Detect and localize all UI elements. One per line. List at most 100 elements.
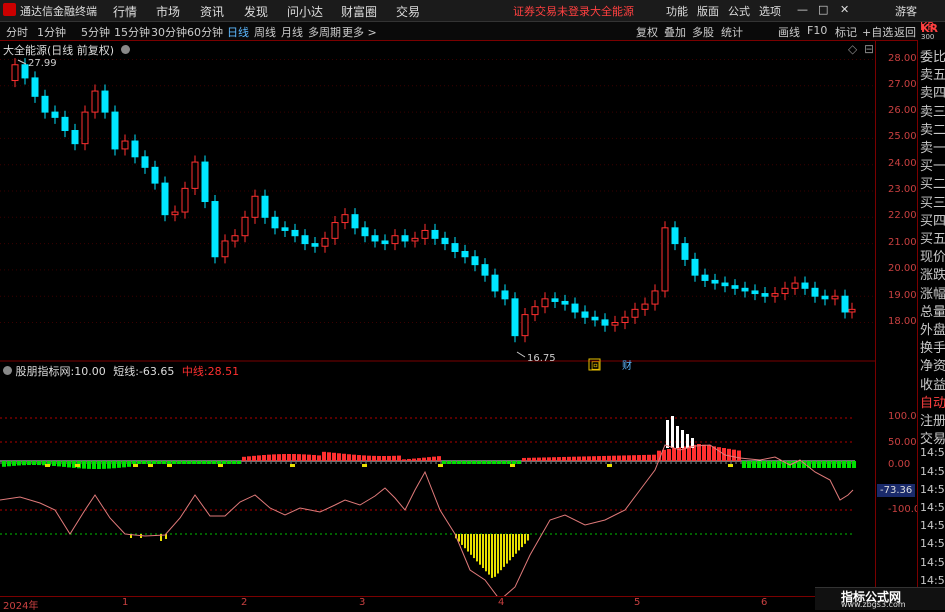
chart-settings-icon[interactable]: [120, 45, 130, 54]
period-tab-1min[interactable]: 1分钟: [37, 24, 66, 40]
indicator-bar: [417, 458, 421, 461]
tool-overlay[interactable]: 叠加: [664, 24, 686, 40]
stock-name-title: 大全能源: [590, 5, 634, 18]
indicator-bar: [367, 455, 371, 461]
period-tab-daily[interactable]: 日线: [227, 24, 249, 40]
indicator-bar: [2, 461, 6, 467]
candle-body: [121, 140, 129, 150]
candle-body: [271, 216, 279, 229]
indicator-bar: [132, 461, 136, 464]
indicator-bar: [647, 454, 651, 461]
indicator-settings-icon[interactable]: [3, 366, 12, 375]
indicator-bar: [52, 461, 56, 466]
indicator-bar: [137, 461, 141, 464]
period-tab-30min[interactable]: 30分钟: [151, 24, 187, 40]
candle-body: [501, 290, 509, 300]
indicator-bar: [672, 448, 676, 461]
indicator-bar: [172, 461, 176, 464]
signal-mark: [438, 464, 443, 467]
tool-multi-stock[interactable]: 多股: [692, 24, 714, 40]
chart-dropdown-icon[interactable]: ◇: [848, 42, 857, 56]
period-tab-multi[interactable]: 多周期: [308, 24, 341, 40]
period-tab-weekly[interactable]: 周线: [254, 24, 276, 40]
indicator-bar: [507, 461, 511, 464]
candle-body: [131, 140, 139, 158]
tool-stats[interactable]: 统计: [721, 24, 743, 40]
menu-item-layout[interactable]: 版面: [697, 3, 719, 19]
oversold-bar: [509, 534, 511, 561]
candle-body: [581, 311, 589, 318]
period-tab-monthly[interactable]: 月线: [281, 24, 303, 40]
event-badge-finance[interactable]: 财: [622, 359, 632, 372]
menu-item-function[interactable]: 功能: [666, 3, 688, 19]
indicator-bar: [627, 455, 631, 461]
candle-body: [741, 287, 749, 292]
menu-item-market[interactable]: 市场: [156, 3, 180, 20]
candle-body: [761, 293, 769, 297]
menu-item-news[interactable]: 资讯: [200, 3, 224, 20]
indicator-bar: [582, 456, 586, 461]
oscillator-line: [0, 444, 854, 596]
indicator-bar: [107, 461, 111, 469]
signal-mark: [133, 464, 138, 467]
indicator-bar: [282, 454, 286, 461]
trade-status[interactable]: 证券交易未登录: [513, 3, 590, 19]
quote-panel-item: 卖二: [920, 122, 945, 138]
date-tick: 3: [359, 597, 366, 608]
quote-panel-item: 14:56: [920, 482, 945, 496]
indicator-bar: [467, 461, 471, 464]
indicator-bar: [757, 461, 761, 468]
tool-f10[interactable]: F10: [807, 24, 827, 37]
indicator-bar: [377, 455, 381, 461]
period-tab-15min[interactable]: 15分钟: [114, 24, 150, 40]
guest-login[interactable]: 游客: [895, 3, 917, 19]
tool-back[interactable]: 返回: [894, 24, 916, 40]
menu-item-quotes[interactable]: 行情: [113, 3, 137, 20]
low-price-label: 16.75: [527, 353, 556, 364]
quote-panel-item: 现价: [920, 250, 945, 266]
quote-panel-item: 买一: [920, 159, 945, 175]
oversold-bar: [482, 534, 484, 568]
menu-item-options[interactable]: 选项: [759, 3, 781, 19]
indicator-bar: [292, 454, 296, 461]
menu-item-trade[interactable]: 交易: [396, 3, 420, 20]
price-tick: 28.00: [888, 53, 917, 64]
indicator-bar: [327, 452, 331, 461]
candle-body: [781, 287, 789, 295]
indicator-bar: [617, 455, 621, 461]
date-tick: 2024年: [3, 601, 39, 612]
chart-collapse-icon[interactable]: ⊟: [864, 42, 874, 56]
signal-mark: [510, 464, 515, 467]
indicator-bar: [32, 461, 36, 466]
quote-panel-item: 买三: [920, 195, 945, 211]
quote-panel-item: 14:56: [920, 537, 945, 551]
tool-restore-rights[interactable]: 复权: [636, 24, 658, 40]
close-icon[interactable]: ✕: [840, 3, 849, 16]
indicator-bar: [397, 455, 401, 461]
price-tick: 22.00: [888, 210, 917, 221]
menu-item-discover[interactable]: 发现: [244, 3, 268, 20]
indicator-bar: [267, 454, 271, 461]
period-tab-5min[interactable]: 5分钟: [81, 24, 110, 40]
menu-item-wealth[interactable]: 财富圈: [341, 3, 377, 20]
menu-item-ask[interactable]: 问小达: [287, 3, 323, 20]
period-toolbar: 分时 1分钟 5分钟 15分钟 30分钟 60分钟 日线 周线 月线 多周期 更…: [0, 22, 945, 41]
minimize-icon[interactable]: —: [797, 3, 808, 16]
quote-panel-item: 外盘: [920, 323, 945, 338]
menu-item-formula[interactable]: 公式: [728, 3, 750, 19]
indicator-bar: [527, 457, 531, 461]
price-tick: 20.00: [888, 263, 917, 274]
indicator-bar: [407, 458, 411, 461]
tool-draw-line[interactable]: 画线: [778, 24, 800, 40]
kline-chart-area[interactable]: 27.99 16.75 回 财: [0, 40, 875, 596]
period-tab-60min[interactable]: 60分钟: [187, 24, 223, 40]
indicator-bar: [402, 459, 406, 461]
maximize-icon[interactable]: □: [818, 3, 828, 16]
tool-add-watchlist[interactable]: +自选: [862, 24, 893, 40]
period-tab-fenshi[interactable]: 分时: [6, 24, 28, 40]
oversold-bar: [515, 534, 517, 554]
period-tab-more[interactable]: 更多 >: [342, 24, 377, 40]
tool-mark[interactable]: 标记: [835, 24, 857, 40]
indicator-bar: [567, 456, 571, 461]
candle-body: [831, 295, 839, 300]
